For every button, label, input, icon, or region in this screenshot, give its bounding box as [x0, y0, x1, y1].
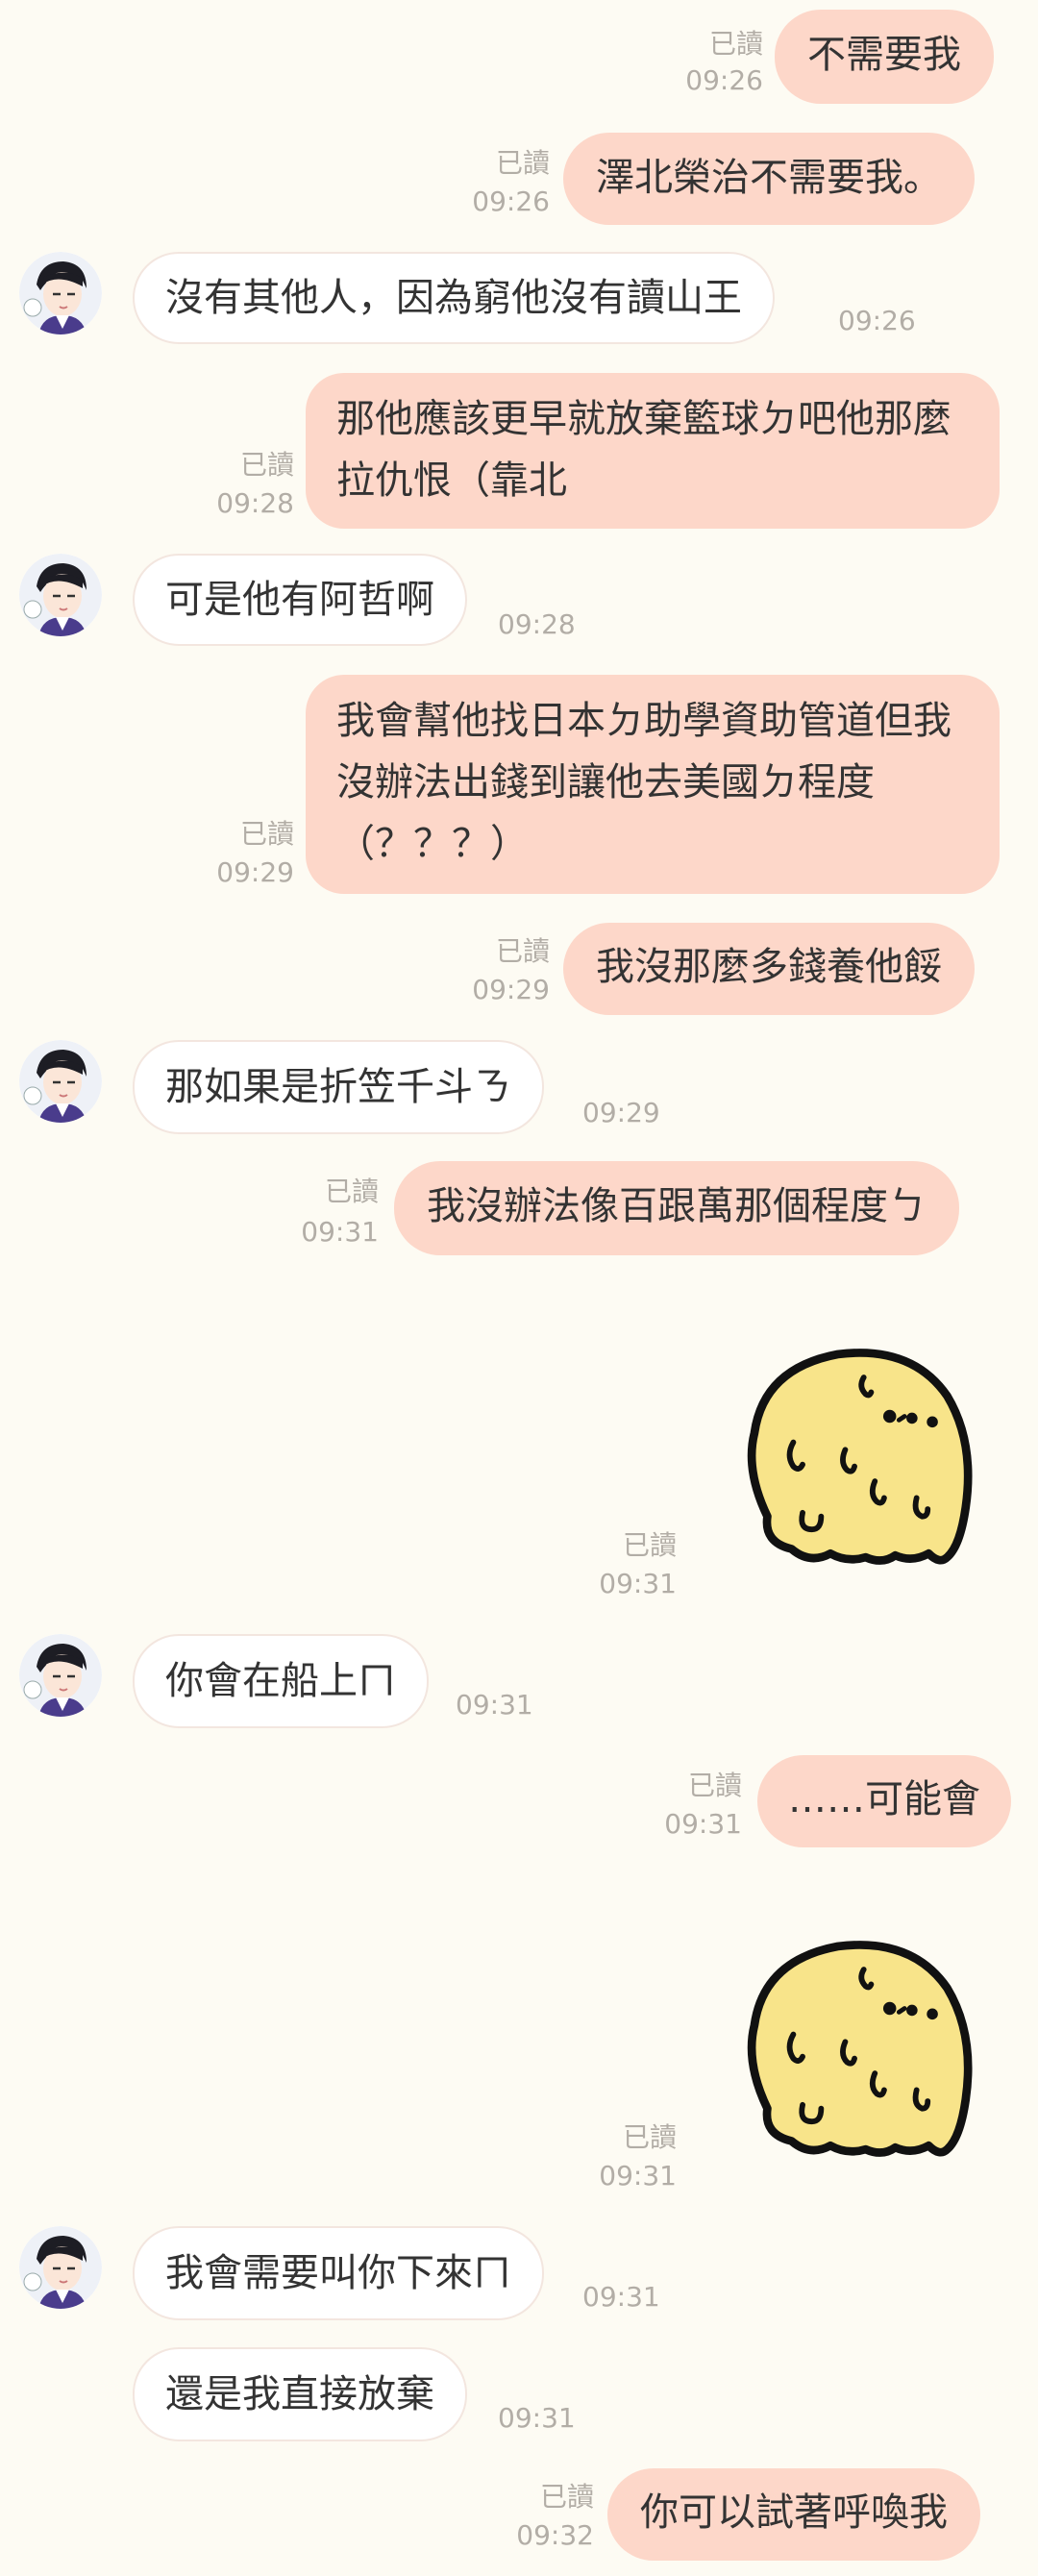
message-time: 09:31	[582, 2281, 660, 2313]
outgoing-message[interactable]: 你可以試著呼喚我	[607, 2468, 980, 2561]
message-time: 09:29	[216, 856, 294, 888]
outgoing-message[interactable]: 不需要我	[775, 10, 994, 104]
message-time: 09:28	[498, 608, 576, 640]
outgoing-message[interactable]: 我沒辦法像百跟萬那個程度ㄅ	[394, 1161, 959, 1255]
read-receipt: 已讀	[495, 935, 550, 967]
read-receipt: 已讀	[539, 2481, 594, 2513]
incoming-message[interactable]: 可是他有阿哲啊	[133, 554, 467, 646]
message-time: 09:31	[498, 2402, 576, 2434]
yellow-blob-sticker[interactable]	[727, 1919, 986, 2178]
read-receipt: 已讀	[622, 1529, 677, 1561]
contact-avatar[interactable]	[19, 2226, 102, 2309]
outgoing-message[interactable]: 我會幫他找日本ㄉ助學資助管道但我沒辦法出錢到讓他去美國ㄉ程度（？？？）	[306, 675, 1000, 894]
message-time: 09:28	[216, 487, 294, 519]
message-time: 09:26	[685, 64, 763, 96]
message-time: 09:29	[582, 1097, 660, 1128]
incoming-message[interactable]: 還是我直接放棄	[133, 2347, 467, 2441]
message-time: 09:26	[472, 186, 550, 217]
outgoing-message[interactable]: 澤北榮治不需要我。	[563, 133, 975, 225]
message-time: 09:29	[472, 974, 550, 1005]
message-time: 09:31	[301, 1216, 379, 1248]
contact-avatar[interactable]	[19, 252, 102, 334]
incoming-message[interactable]: 那如果是折笠千斗ㄋ	[133, 1040, 544, 1134]
contact-avatar[interactable]	[19, 1040, 102, 1123]
outgoing-message[interactable]: 那他應該更早就放棄籃球ㄉ吧他那麼拉仇恨（靠北	[306, 373, 1000, 529]
outgoing-message[interactable]: 我沒那麼多錢養他餒	[563, 923, 975, 1015]
read-receipt: 已讀	[239, 449, 294, 481]
message-time: 09:31	[599, 2160, 677, 2192]
read-receipt: 已讀	[687, 1770, 742, 1801]
message-time: 09:31	[664, 1808, 742, 1840]
read-receipt: 已讀	[708, 28, 763, 60]
contact-avatar[interactable]	[19, 1634, 102, 1717]
message-time: 09:31	[456, 1689, 533, 1721]
read-receipt: 已讀	[495, 147, 550, 179]
incoming-message[interactable]: 你會在船上ㄇ	[133, 1634, 429, 1728]
contact-avatar[interactable]	[19, 554, 102, 636]
yellow-blob-sticker[interactable]	[727, 1326, 986, 1586]
incoming-message[interactable]: 沒有其他人，因為窮他沒有讀山王	[133, 252, 775, 344]
incoming-message[interactable]: 我會需要叫你下來ㄇ	[133, 2226, 544, 2320]
message-time: 09:32	[516, 2519, 594, 2551]
read-receipt: 已讀	[324, 1176, 379, 1207]
outgoing-message[interactable]: ……可能會	[757, 1755, 1011, 1847]
message-time: 09:31	[599, 1568, 677, 1599]
message-time: 09:26	[838, 305, 916, 336]
read-receipt: 已讀	[622, 2121, 677, 2153]
read-receipt: 已讀	[239, 818, 294, 850]
